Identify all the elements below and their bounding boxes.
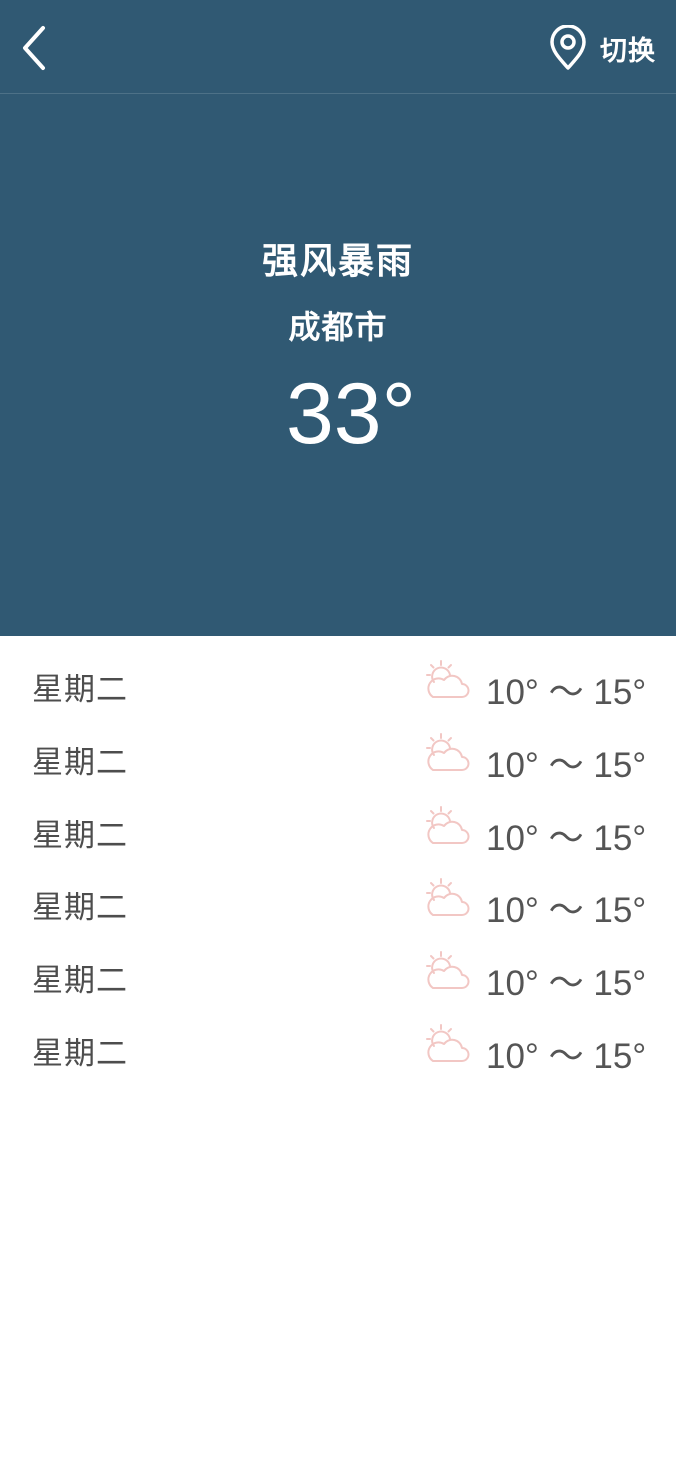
temperature-range: 10° ～ 15° xyxy=(486,1036,647,1076)
chevron-left-icon xyxy=(23,26,45,70)
back-button[interactable] xyxy=(12,20,56,76)
partly-cloudy-icon xyxy=(426,732,470,771)
forecast-list: 星期二 10° ～ 15° 星期二 10° ～ 15° 星期二 10° ～ 15… xyxy=(0,650,676,1087)
forecast-day: 星期二 xyxy=(32,963,128,1000)
forecast-row: 星期二 10° ～ 15° xyxy=(0,941,676,1014)
forecast-day: 星期二 xyxy=(32,744,128,781)
forecast-day: 星期二 xyxy=(32,672,128,708)
location-pin-icon xyxy=(550,25,586,70)
forecast-row: 星期二 10° ～ 15° xyxy=(0,796,676,869)
switch-location-button[interactable]: 切换 xyxy=(548,24,656,72)
temperature-range: 10° ～ 15° xyxy=(486,673,647,712)
partly-cloudy-icon xyxy=(426,1023,470,1062)
forecast-row: 星期二 10° ～ 15° xyxy=(0,723,676,796)
weather-page: 切换 强风暴雨 成都市 33° 星期二 10° ～ 15° 星期二 10° ～ … xyxy=(0,0,676,1474)
switch-location-label: 切换 xyxy=(600,35,656,67)
weather-condition: 强风暴雨 xyxy=(261,241,414,282)
temperature-range: 10° ～ 15° xyxy=(486,818,647,858)
forecast-day: 星期二 xyxy=(32,890,128,927)
partly-cloudy-icon xyxy=(426,805,470,844)
current-weather-panel: 切换 强风暴雨 成都市 33° xyxy=(0,0,676,636)
temperature-range: 10° ～ 15° xyxy=(486,891,647,931)
partly-cloudy-icon xyxy=(426,660,470,698)
city-name: 成都市 xyxy=(288,308,388,346)
current-temperature: 33° xyxy=(285,366,417,462)
partly-cloudy-icon xyxy=(426,878,470,917)
top-navigation-bar: 切换 xyxy=(0,0,676,94)
forecast-row: 星期二 10° ～ 15° xyxy=(0,650,676,723)
forecast-row: 星期二 10° ～ 15° xyxy=(0,1014,676,1087)
temperature-range: 10° ～ 15° xyxy=(486,745,647,785)
forecast-row: 星期二 10° ～ 15° xyxy=(0,868,676,941)
partly-cloudy-icon xyxy=(426,951,470,990)
forecast-day: 星期二 xyxy=(32,817,128,854)
forecast-day: 星期二 xyxy=(32,1035,128,1072)
temperature-range: 10° ～ 15° xyxy=(486,964,647,1004)
